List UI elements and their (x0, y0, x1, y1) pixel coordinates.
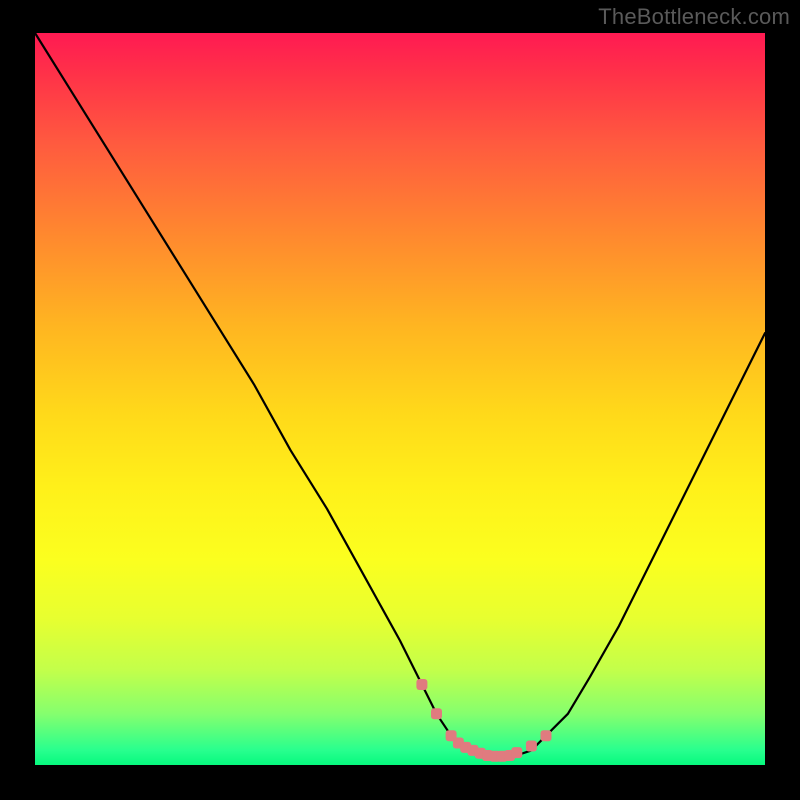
bottleneck-curve-left (35, 33, 488, 758)
bottleneck-curve-right (488, 333, 765, 758)
marker-point (511, 747, 522, 758)
marker-point (526, 741, 537, 752)
markers-group (416, 679, 551, 762)
marker-point (431, 708, 442, 719)
marker-point (541, 730, 552, 741)
curve-group (35, 33, 765, 758)
chart-plot-area (35, 33, 765, 765)
chart-svg (35, 33, 765, 765)
marker-point (416, 679, 427, 690)
watermark-text: TheBottleneck.com (598, 4, 790, 30)
